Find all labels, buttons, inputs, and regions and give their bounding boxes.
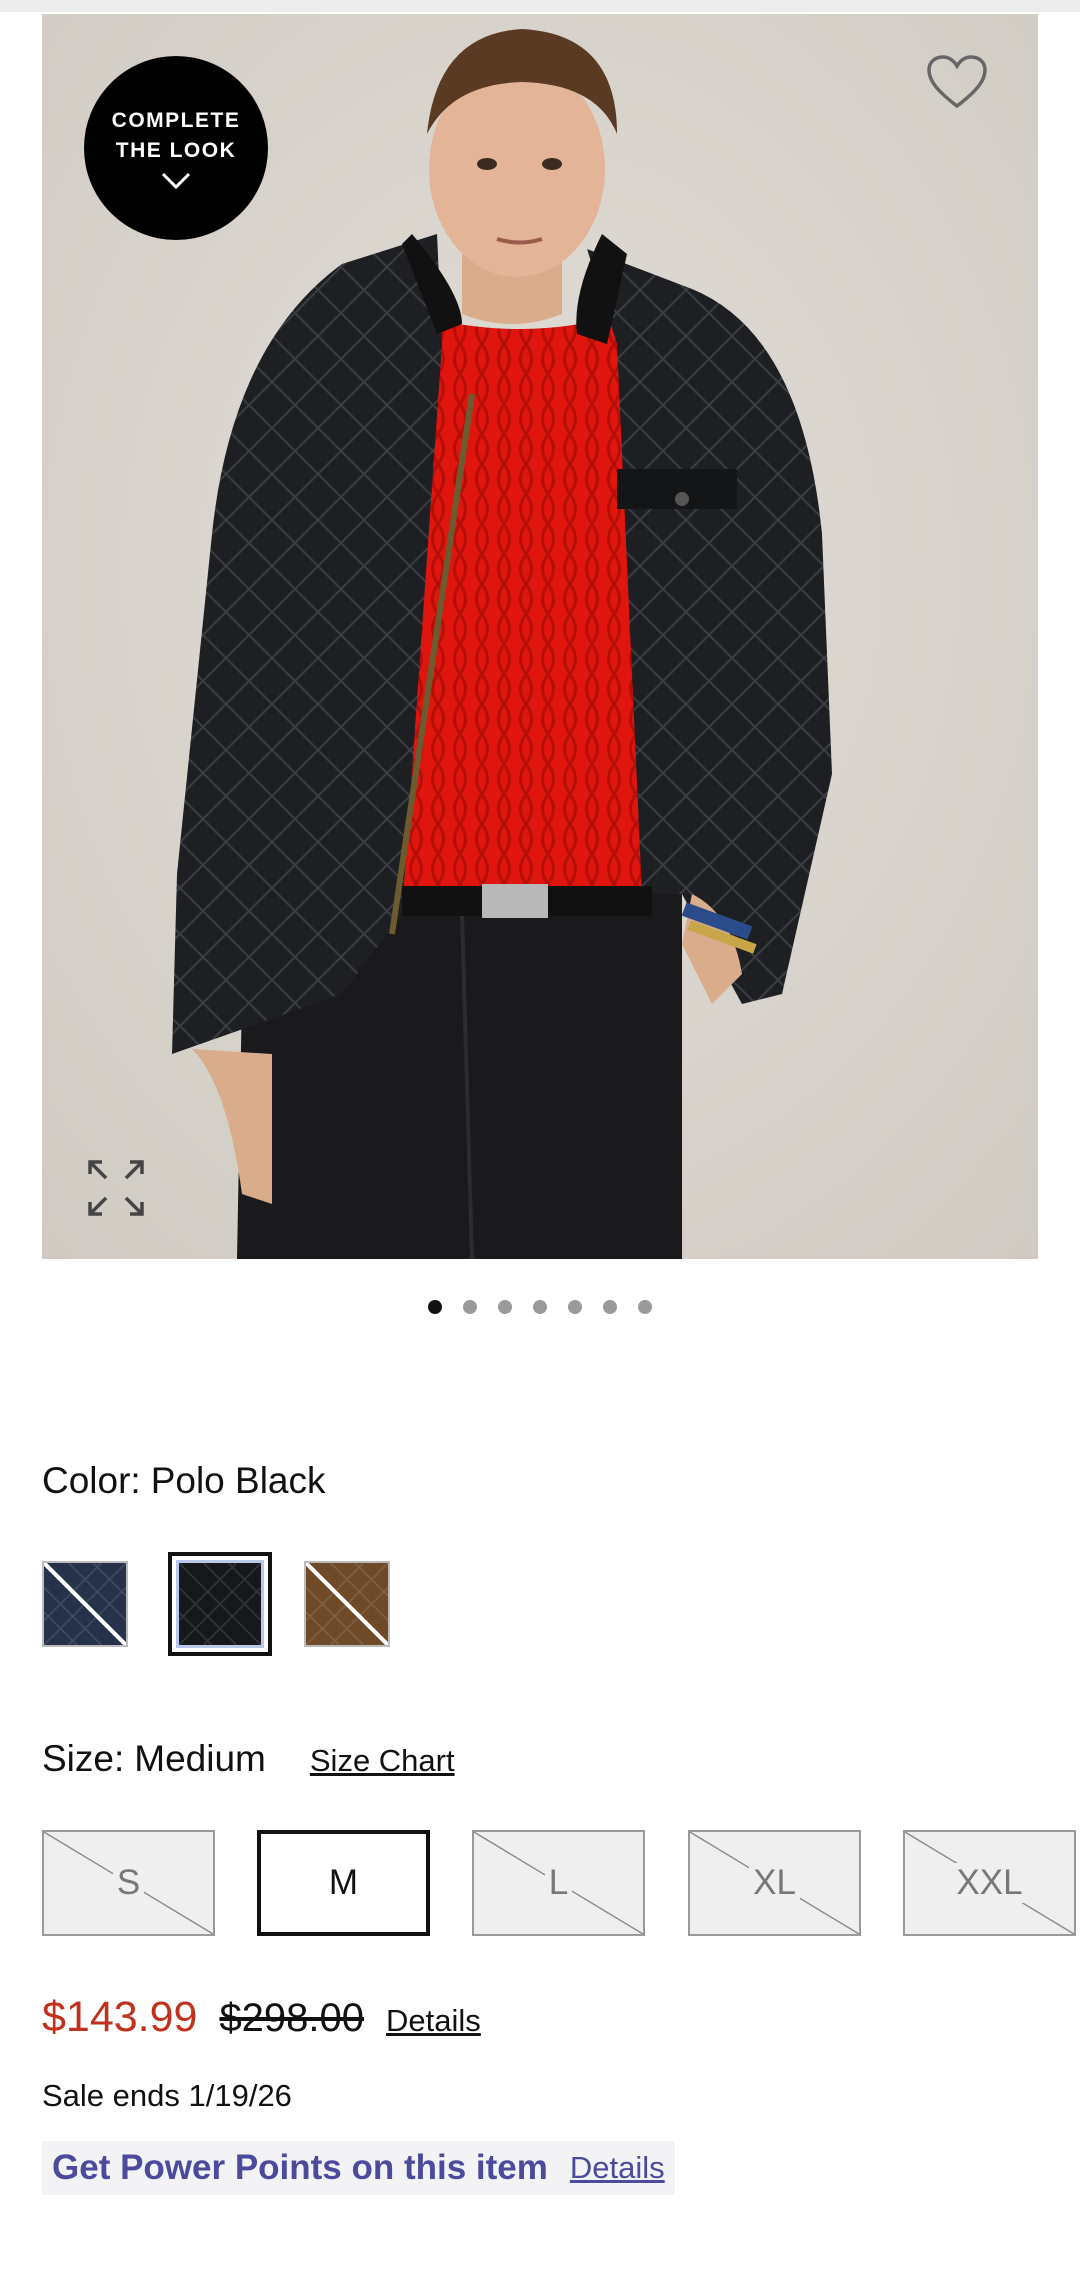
power-points-banner: Get Power Points on this item Details xyxy=(42,2141,675,2195)
size-option[interactable]: S xyxy=(42,1830,215,1936)
size-option-label: XL xyxy=(749,1863,800,1903)
size-option[interactable]: XL xyxy=(688,1830,861,1936)
product-image-gallery[interactable]: COMPLETE THE LOOK xyxy=(42,14,1038,1259)
size-option-label: XXL xyxy=(952,1863,1027,1903)
complete-the-look-button[interactable]: COMPLETE THE LOOK xyxy=(84,56,268,240)
size-option-label: M xyxy=(324,1863,363,1903)
pagination-dot[interactable] xyxy=(428,1300,442,1314)
original-price: $298.00 xyxy=(219,1996,365,2040)
color-swatch[interactable] xyxy=(304,1561,390,1647)
sale-price: $143.99 xyxy=(42,1993,198,2041)
color-swatch[interactable] xyxy=(42,1561,128,1647)
chevron-down-icon xyxy=(161,172,191,190)
size-option-label: L xyxy=(544,1863,573,1903)
pagination-dot[interactable] xyxy=(463,1300,477,1314)
size-option[interactable]: XXL xyxy=(903,1830,1076,1936)
pagination-dot[interactable] xyxy=(638,1300,652,1314)
color-selector-label: Color: Polo Black xyxy=(42,1460,326,1502)
selected-color-name: Polo Black xyxy=(150,1460,326,1501)
selected-size-name: Medium xyxy=(134,1738,266,1779)
gallery-pagination xyxy=(0,1300,1080,1314)
pagination-dot[interactable] xyxy=(533,1300,547,1314)
size-option-label: S xyxy=(112,1863,145,1903)
color-label: Color: xyxy=(42,1460,141,1501)
size-label: Size: xyxy=(42,1738,125,1779)
price-details-link[interactable]: Details xyxy=(386,2003,481,2039)
complete-the-look-line1: COMPLETE xyxy=(111,109,241,132)
complete-the-look-line2: THE LOOK xyxy=(115,139,237,162)
size-chart-link[interactable]: Size Chart xyxy=(310,1743,455,1779)
size-option[interactable]: L xyxy=(472,1830,645,1936)
top-divider xyxy=(0,0,1080,12)
sale-end-date: Sale ends 1/19/26 xyxy=(42,2078,292,2113)
heart-outline-icon[interactable] xyxy=(926,54,988,110)
price-block: $143.99 $298.00 Details xyxy=(42,1993,481,2042)
expand-arrows-icon[interactable] xyxy=(86,1158,146,1218)
pagination-dot[interactable] xyxy=(568,1300,582,1314)
pagination-dot[interactable] xyxy=(603,1300,617,1314)
power-points-details-link[interactable]: Details xyxy=(570,2150,665,2186)
pagination-dot[interactable] xyxy=(498,1300,512,1314)
size-selector-label: Size: Medium Size Chart xyxy=(42,1738,455,1780)
size-option[interactable]: M xyxy=(257,1830,430,1936)
power-points-text: Get Power Points on this item xyxy=(52,2148,548,2187)
color-swatch[interactable] xyxy=(168,1552,272,1656)
